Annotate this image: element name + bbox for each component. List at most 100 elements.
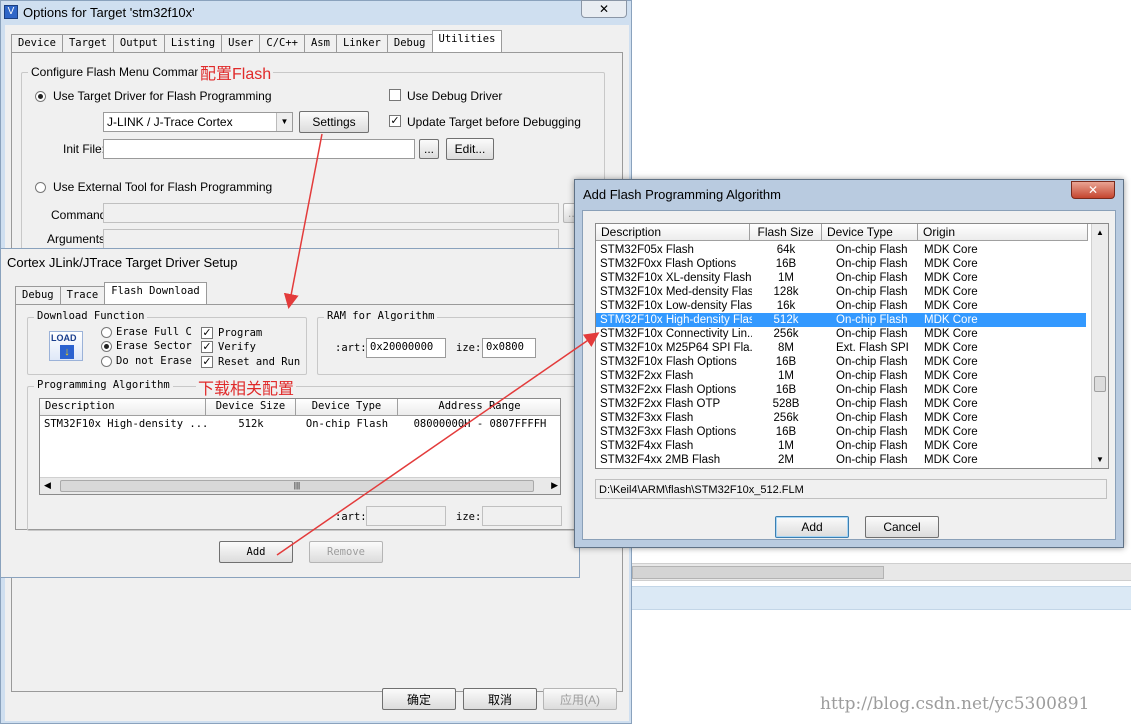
tab-utilities[interactable]: Utilities xyxy=(431,30,503,52)
add-button[interactable]: Add xyxy=(775,516,849,538)
init-file-input[interactable] xyxy=(103,139,415,159)
list-item[interactable]: STM32F10x Connectivity Lin... 256k On-chip… xyxy=(596,327,1086,341)
driver-select[interactable]: J-LINK / J-Trace Cortex ▼ xyxy=(103,112,293,132)
column-header[interactable]: Description xyxy=(596,224,750,241)
list-item[interactable]: STM32F4xx 2MB Flash 2M On-chip Flash MDK Co… xyxy=(596,453,1086,467)
column-header[interactable]: Device Size xyxy=(206,399,296,416)
flash-algorithm-vscroll[interactable]: ▲ ▼ xyxy=(1091,224,1108,468)
list-cell: MDK Core xyxy=(924,426,978,438)
list-cell: MDK Core xyxy=(924,384,978,396)
apply-button[interactable]: 应用(A) xyxy=(543,688,617,710)
reset-run-label: Reset and Run xyxy=(218,356,301,368)
erase-sector-radio[interactable] xyxy=(101,341,112,352)
scroll-up-icon[interactable]: ▲ xyxy=(1096,228,1104,237)
list-item[interactable]: STM32F10x XL-density Flash 1M On-chip Flas… xyxy=(596,271,1086,285)
scroll-right-icon[interactable]: ▶ xyxy=(551,480,558,491)
list-item[interactable]: STM32F0xx Flash Options 16B On-chip Flash M… xyxy=(596,257,1086,271)
ok-button[interactable]: 确定 xyxy=(382,688,456,710)
tab-trace[interactable]: Trace xyxy=(59,286,106,304)
list-item[interactable]: STM32F2xx Flash OTP 528B On-chip Flash MDK … xyxy=(596,397,1086,411)
scroll-down-icon[interactable]: ▼ xyxy=(1096,455,1104,464)
add-algorithm-window: Add Flash Programming Algorithm ✕ Descri… xyxy=(574,179,1124,548)
annotation-download: 下载相关配置 xyxy=(196,375,297,399)
column-header[interactable]: Origin xyxy=(918,224,1088,241)
list-item[interactable]: STM32F10x Low-density Flash 16k On-chip Fl… xyxy=(596,299,1086,313)
settings-button[interactable]: Settings xyxy=(299,111,369,133)
list-cell: MDK Core xyxy=(924,398,978,410)
tab-flash-download[interactable]: Flash Download xyxy=(104,282,207,304)
use-external-tool-radio[interactable] xyxy=(35,182,46,193)
list-item[interactable]: STM32F3xx Flash Options 16B On-chip Flash M… xyxy=(596,425,1086,439)
verify-checkbox[interactable]: ✓ xyxy=(201,341,213,353)
scroll-left-icon[interactable]: ◀ xyxy=(44,480,51,491)
tab-device[interactable]: Device xyxy=(11,34,63,52)
list-item[interactable]: STM32F10x Med-density Flash 128k On-chip F… xyxy=(596,285,1086,299)
close-button[interactable]: ✕ xyxy=(581,0,627,18)
list-item[interactable]: STM32F05x Flash 64k On-chip Flash MDK Core xyxy=(596,243,1086,257)
init-file-label: Init File: xyxy=(63,142,106,156)
tab-listing[interactable]: Listing xyxy=(163,34,223,52)
list-item[interactable]: STM32F10x Flash Options 16B On-chip Flash M… xyxy=(596,355,1086,369)
cancel-add-button[interactable]: Cancel xyxy=(865,516,939,538)
use-target-driver-radio[interactable] xyxy=(35,91,46,102)
flash-group-title: Configure Flash Menu Command xyxy=(28,65,211,79)
tab-linker[interactable]: Linker xyxy=(335,34,388,52)
column-header[interactable]: Address Range xyxy=(398,399,560,416)
table-row[interactable]: STM32F10x High-density ... 512k On-chip Fl… xyxy=(40,418,560,432)
ram-size-input[interactable]: 0x0800 xyxy=(482,338,536,358)
tab-user[interactable]: User xyxy=(221,34,261,52)
scroll-thumb[interactable] xyxy=(1094,376,1106,392)
program-checkbox[interactable]: ✓ xyxy=(201,327,213,339)
column-header[interactable]: Device Type xyxy=(822,224,918,241)
list-item[interactable]: STM32F4xx Flash 1M On-chip Flash MDK Core xyxy=(596,439,1086,453)
column-header[interactable]: Device Type xyxy=(296,399,398,416)
list-item[interactable]: STM32F10x High-density Flash 512k On-chip … xyxy=(596,313,1086,327)
algorithm-table-hscroll[interactable]: ◀ ||| ▶ xyxy=(40,477,560,494)
list-item[interactable]: STM32F2xx Flash 1M On-chip Flash MDK Core xyxy=(596,369,1086,383)
tab-output[interactable]: Output xyxy=(112,34,165,52)
tab-debug[interactable]: Debug xyxy=(386,34,433,52)
algo-start-input[interactable] xyxy=(366,506,446,526)
init-file-browse-button[interactable]: ... xyxy=(419,139,439,159)
update-target-label: Update Target before Debugging xyxy=(407,115,581,129)
remove-algorithm-button[interactable]: Remove xyxy=(309,541,383,563)
use-debug-driver-checkbox[interactable] xyxy=(389,89,401,101)
tab-c-c-[interactable]: C/C++ xyxy=(259,34,305,52)
flash-algorithm-list: Description Flash Size Device Type Origin S… xyxy=(595,223,1109,469)
update-target-checkbox[interactable]: ✓ xyxy=(389,115,401,127)
command-input[interactable] xyxy=(103,203,559,223)
cancel-button[interactable]: 取消 xyxy=(463,688,537,710)
list-item[interactable]: STM32F10x M25P64 SPI Fla... 8M Ext. Flash … xyxy=(596,341,1086,355)
arguments-input[interactable] xyxy=(103,229,559,249)
use-target-driver-label: Use Target Driver for Flash Programming xyxy=(53,89,272,103)
algo-size-input[interactable] xyxy=(482,506,562,526)
edit-button[interactable]: Edit... xyxy=(446,138,494,160)
ram-start-input[interactable]: 0x20000000 xyxy=(366,338,446,358)
column-header[interactable]: Flash Size xyxy=(750,224,822,241)
list-cell: MDK Core xyxy=(924,328,978,340)
annotation-flash: 配置Flash xyxy=(198,60,274,84)
scroll-thumb[interactable]: ||| xyxy=(60,480,534,492)
tab-target[interactable]: Target xyxy=(61,34,114,52)
ram-start-label: :art: xyxy=(335,342,367,354)
add-algorithm-button[interactable]: Add xyxy=(219,541,293,563)
erase-full-radio[interactable] xyxy=(101,327,112,338)
options-title: Options for Target 'stm32f10x' xyxy=(23,4,195,20)
list-cell: STM32F10x Med-density Flash xyxy=(600,286,752,298)
list-cell: 8M xyxy=(778,342,794,354)
add-algorithm-close-button[interactable]: ✕ xyxy=(1071,181,1115,199)
list-item[interactable]: STM32F3xx Flash 256k On-chip Flash MDK Core xyxy=(596,411,1086,425)
chevron-down-icon[interactable]: ▼ xyxy=(276,113,292,131)
tab-asm[interactable]: Asm xyxy=(303,34,337,52)
list-cell: 528B xyxy=(772,398,800,410)
list-item[interactable]: STM32F2xx Flash Options 16B On-chip Flash M… xyxy=(596,383,1086,397)
do-not-erase-radio[interactable] xyxy=(101,356,112,367)
reset-run-checkbox[interactable]: ✓ xyxy=(201,356,213,368)
list-cell: MDK Core xyxy=(924,286,978,298)
list-cell: On-chip Flash xyxy=(836,300,908,312)
ram-size-label: ize: xyxy=(456,342,482,354)
list-cell: MDK Core xyxy=(924,258,978,270)
app-icon: V xyxy=(4,5,18,19)
column-header[interactable]: Description xyxy=(40,399,206,416)
tab-debug[interactable]: Debug xyxy=(15,286,61,304)
